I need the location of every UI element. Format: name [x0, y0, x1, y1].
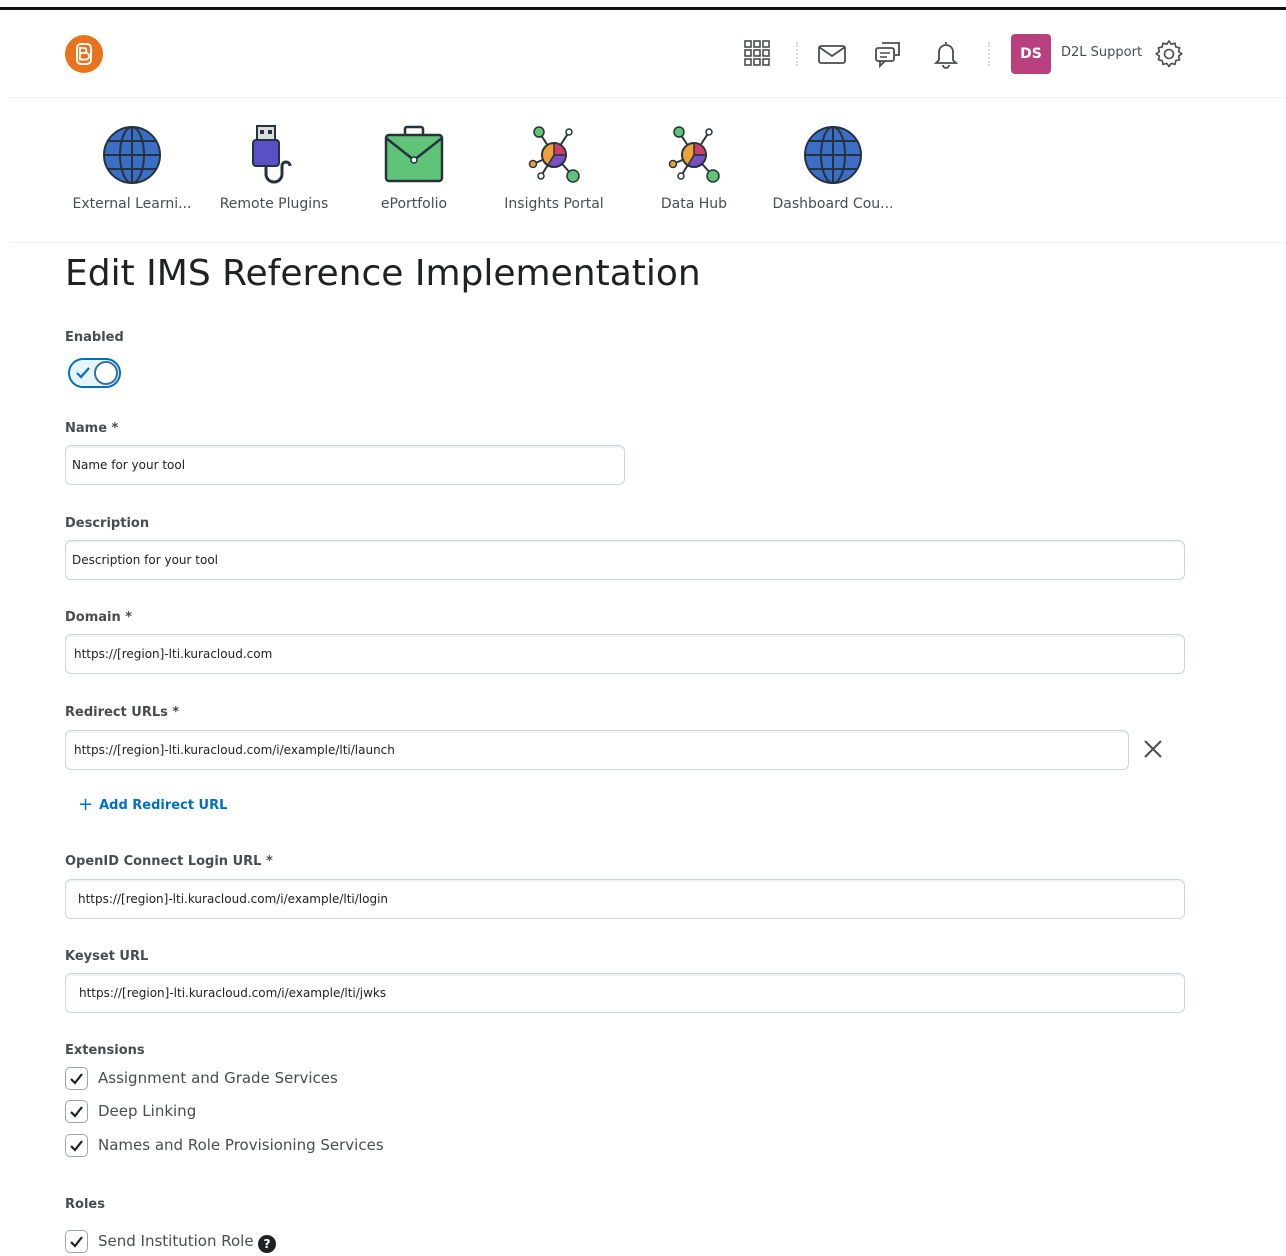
checkmark-icon — [70, 1140, 83, 1152]
description-field[interactable]: Description for your tool — [65, 540, 1185, 580]
header-separator — [796, 42, 798, 66]
mail-icon[interactable] — [816, 38, 848, 70]
openid-login-url-label: OpenID Connect Login URL * — [65, 854, 273, 869]
top-border — [0, 0, 1286, 10]
nav-item-remote-plugins[interactable]: Remote Plugins — [206, 124, 342, 212]
extensions-label: Extensions — [65, 1043, 145, 1058]
header-separator — [988, 42, 990, 66]
nav-label: Insights Portal — [504, 196, 604, 212]
checkbox[interactable] — [65, 1230, 88, 1253]
checkbox-label: Names and Role Provisioning Services — [98, 1136, 384, 1154]
briefcase-icon — [384, 125, 444, 183]
nav-item-insights-portal[interactable]: Insights Portal — [486, 124, 622, 212]
nav-item-data-hub[interactable]: Data Hub — [626, 124, 762, 212]
checkmark-icon — [70, 1073, 83, 1085]
checkmark-icon — [76, 367, 90, 379]
domain-field[interactable]: https://[region]-lti.kuracloud.com — [65, 634, 1185, 674]
openid-login-url-field[interactable]: https://[region]-lti.kuracloud.com/i/exa… — [65, 879, 1185, 919]
description-label: Description — [65, 516, 150, 531]
globe-icon — [804, 126, 862, 184]
add-redirect-url-button[interactable]: + Add Redirect URL — [78, 794, 227, 815]
network-chart-icon — [528, 126, 580, 183]
redirect-url-field[interactable]: https://[region]-lti.kuracloud.com/i/exa… — [65, 730, 1129, 770]
nav-item-eportfolio[interactable]: ePortfolio — [346, 124, 482, 212]
top-header: DS D2L Support — [10, 12, 1286, 98]
nav-label: ePortfolio — [380, 196, 448, 212]
keyset-url-field[interactable]: https://[region]-lti.kuracloud.com/i/exa… — [65, 973, 1185, 1013]
logo-b-icon — [76, 43, 92, 65]
add-redirect-url-label: Add Redirect URL — [99, 798, 228, 813]
checkbox[interactable] — [65, 1067, 88, 1090]
page-title: Edit IMS Reference Implementation — [65, 253, 701, 294]
nav-item-dashboard-courses[interactable]: Dashboard Cou... — [765, 124, 901, 212]
checkbox-label: Deep Linking — [98, 1102, 197, 1120]
chat-icon[interactable] — [872, 38, 904, 70]
toggle-knob — [94, 361, 118, 385]
name-label: Name * — [65, 421, 119, 436]
enabled-label: Enabled — [65, 330, 124, 345]
avatar[interactable]: DS — [1011, 34, 1051, 74]
usb-plug-icon — [252, 125, 292, 184]
keyset-url-label: Keyset URL — [65, 949, 149, 964]
checkmark-icon — [70, 1236, 83, 1248]
nav-label: Data Hub — [660, 196, 728, 212]
globe-icon — [103, 126, 161, 184]
checkmark-icon — [70, 1106, 83, 1118]
enabled-toggle[interactable] — [68, 358, 121, 388]
checkbox-label: Send Institution Role — [98, 1232, 254, 1250]
network-chart-icon — [668, 126, 720, 183]
user-name[interactable]: D2L Support — [1061, 45, 1142, 60]
nav-label: Dashboard Cou... — [772, 196, 894, 212]
nav-label: External Learni... — [72, 196, 192, 212]
nav-item-external-learning[interactable]: External Learni... — [64, 124, 200, 212]
roles-label: Roles — [65, 1197, 105, 1212]
domain-label: Domain * — [65, 610, 133, 625]
close-icon[interactable] — [1140, 736, 1166, 762]
nav-label: Remote Plugins — [219, 196, 329, 212]
name-field[interactable]: Name for your tool — [65, 445, 625, 485]
checkbox[interactable] — [65, 1100, 88, 1123]
checkbox[interactable] — [65, 1134, 88, 1157]
navbar: External Learni... Remote Plugins ePortf… — [10, 99, 1286, 243]
plus-icon: + — [78, 794, 94, 815]
redirect-urls-label: Redirect URLs * — [65, 705, 180, 720]
bell-icon[interactable] — [930, 38, 962, 70]
gear-icon[interactable] — [1153, 38, 1185, 70]
org-logo[interactable] — [65, 35, 103, 73]
help-icon[interactable]: ? — [258, 1235, 276, 1253]
checkbox-label: Assignment and Grade Services — [98, 1069, 338, 1087]
app-grid-icon[interactable] — [741, 38, 773, 70]
